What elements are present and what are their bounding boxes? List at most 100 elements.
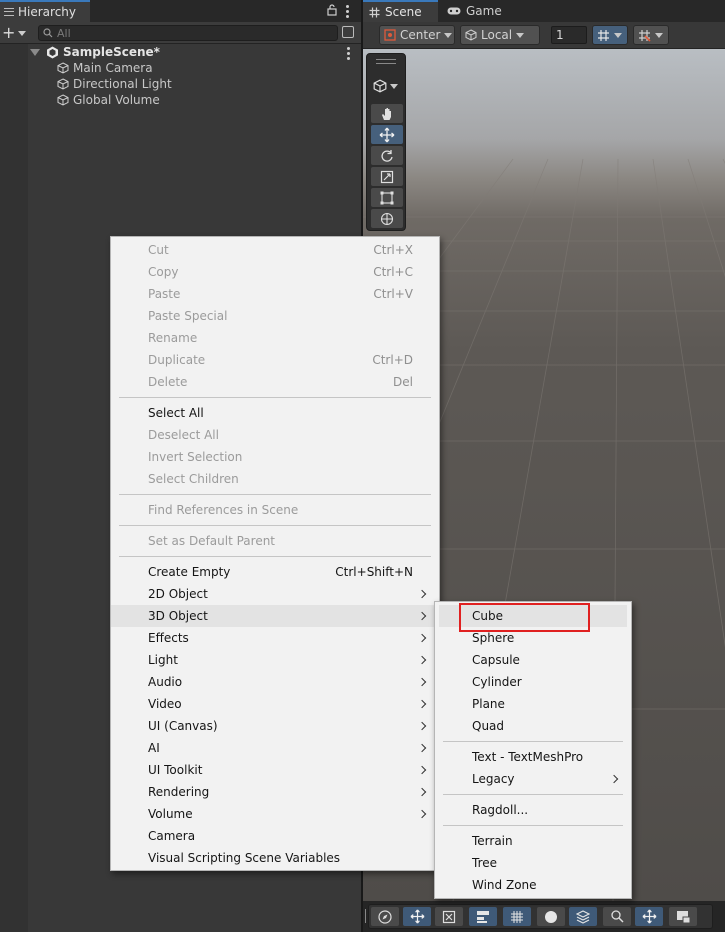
- menu-item-find-references[interactable]: Find References in Scene: [111, 499, 439, 521]
- menu-item-ui-canvas[interactable]: UI (Canvas): [111, 715, 439, 737]
- menu-item-select-all[interactable]: Select All: [111, 402, 439, 424]
- hand-tool-button[interactable]: [371, 104, 403, 123]
- submenu-item-cylinder[interactable]: Cylinder: [435, 671, 631, 693]
- menu-item-label: Create Empty: [148, 565, 231, 579]
- menu-item-paste[interactable]: Paste Ctrl+V: [111, 283, 439, 305]
- scene-search-button[interactable]: [603, 907, 631, 926]
- tab-hierarchy-label: Hierarchy: [18, 5, 77, 19]
- menu-item-rename[interactable]: Rename: [111, 327, 439, 349]
- submenu-item-textmeshpro[interactable]: Text - TextMeshPro: [435, 746, 631, 768]
- submenu-item-terrain[interactable]: Terrain: [435, 830, 631, 852]
- submenu-item-sphere[interactable]: Sphere: [435, 627, 631, 649]
- camera-view-button[interactable]: [669, 907, 697, 926]
- menu-item-label: Cut: [148, 243, 169, 257]
- shading-mode-button[interactable]: [537, 907, 565, 926]
- menu-item-shortcut: Ctrl+Shift+N: [335, 565, 413, 579]
- scene-overlay-bar: [363, 901, 725, 932]
- menu-item-copy[interactable]: Copy Ctrl+C: [111, 261, 439, 283]
- rect-tool-button[interactable]: [371, 188, 403, 207]
- hierarchy-item-directional-light[interactable]: Directional Light: [57, 76, 172, 92]
- hierarchy-item-main-camera[interactable]: Main Camera: [57, 60, 153, 76]
- submenu-item-quad[interactable]: Quad: [435, 715, 631, 737]
- pivot-mode-dropdown[interactable]: Center: [379, 25, 455, 45]
- hierarchy-context-menu: Cut Ctrl+X Copy Ctrl+C Paste Ctrl+V Past…: [110, 236, 440, 871]
- menu-item-label: Video: [148, 697, 182, 711]
- search-input[interactable]: All: [38, 25, 338, 41]
- menu-item-create-empty[interactable]: Create Empty Ctrl+Shift+N: [111, 561, 439, 583]
- draw-mode-button[interactable]: [569, 907, 597, 926]
- pivot-rotation-dropdown[interactable]: Local: [460, 25, 540, 45]
- submenu-item-plane[interactable]: Plane: [435, 693, 631, 715]
- menu-separator: [119, 525, 431, 526]
- menu-item-duplicate[interactable]: Duplicate Ctrl+D: [111, 349, 439, 371]
- menu-item-label: Sphere: [472, 631, 515, 645]
- menu-item-label: Deselect All: [148, 428, 219, 442]
- hierarchy-item-global-volume[interactable]: Global Volume: [57, 92, 160, 108]
- menu-item-rendering[interactable]: Rendering: [111, 781, 439, 803]
- expand-triangle-icon[interactable]: [30, 48, 40, 56]
- rotate-icon: [381, 149, 393, 162]
- rect-transform-icon: [380, 191, 394, 204]
- sphere-icon: [545, 910, 557, 923]
- move-tool-button[interactable]: [371, 125, 403, 144]
- menu-separator: [443, 794, 623, 795]
- lock-icon[interactable]: [327, 4, 337, 16]
- scene-more-icon[interactable]: [346, 47, 350, 60]
- menu-item-shortcut: Ctrl+C: [373, 265, 413, 279]
- move-toggle-button[interactable]: [403, 907, 431, 926]
- submenu-item-legacy[interactable]: Legacy: [435, 768, 631, 790]
- menu-item-ai[interactable]: AI: [111, 737, 439, 759]
- menu-item-video[interactable]: Video: [111, 693, 439, 715]
- menu-item-paste-special[interactable]: Paste Special: [111, 305, 439, 327]
- menu-item-label: Audio: [148, 675, 183, 689]
- gizmo-toggle-button[interactable]: [635, 907, 663, 926]
- menu-item-ui-toolkit[interactable]: UI Toolkit: [111, 759, 439, 781]
- grid-size-field[interactable]: 1: [551, 26, 587, 44]
- grid-hash-icon: [369, 7, 380, 17]
- menu-item-visual-scripting-variables[interactable]: Visual Scripting Scene Variables: [111, 847, 439, 869]
- submenu-item-wind-zone[interactable]: Wind Zone: [435, 874, 631, 896]
- menu-item-light[interactable]: Light: [111, 649, 439, 671]
- menu-item-set-default-parent[interactable]: Set as Default Parent: [111, 530, 439, 552]
- menu-item-effects[interactable]: Effects: [111, 627, 439, 649]
- menu-item-2d-object[interactable]: 2D Object: [111, 583, 439, 605]
- submenu-item-capsule[interactable]: Capsule: [435, 649, 631, 671]
- scene-row[interactable]: SampleScene*: [30, 44, 160, 60]
- menu-item-3d-object[interactable]: 3D Object: [111, 605, 439, 627]
- drag-handle-icon[interactable]: [376, 59, 396, 64]
- tab-scene[interactable]: Scene: [363, 0, 438, 22]
- layers-toggle-button[interactable]: [469, 907, 497, 926]
- chevron-right-icon: [417, 765, 427, 775]
- menu-item-shortcut: Ctrl+D: [372, 353, 413, 367]
- view-options-dropdown[interactable]: [373, 76, 403, 96]
- submenu-item-ragdoll[interactable]: Ragdoll...: [435, 799, 631, 821]
- tab-game[interactable]: Game: [441, 0, 511, 22]
- item-label: Main Camera: [73, 61, 153, 75]
- menu-item-label: AI: [148, 741, 160, 755]
- menu-item-audio[interactable]: Audio: [111, 671, 439, 693]
- menu-item-delete[interactable]: Delete Del: [111, 371, 439, 393]
- add-dropdown-button[interactable]: +: [2, 24, 32, 42]
- menu-item-select-children[interactable]: Select Children: [111, 468, 439, 490]
- menu-item-camera[interactable]: Camera: [111, 825, 439, 847]
- transform-tool-button[interactable]: [371, 209, 403, 228]
- scale-tool-button[interactable]: [371, 167, 403, 186]
- hierarchy-more-icon[interactable]: [345, 5, 349, 18]
- search-options-icon[interactable]: [342, 26, 354, 38]
- menu-item-cut[interactable]: Cut Ctrl+X: [111, 239, 439, 261]
- scale-toggle-button[interactable]: [435, 907, 463, 926]
- menu-item-deselect-all[interactable]: Deselect All: [111, 424, 439, 446]
- menu-item-label: Copy: [148, 265, 179, 279]
- increment-snap-toggle[interactable]: [633, 25, 669, 45]
- pivot-center-icon: [384, 29, 396, 41]
- grid-toggle-button[interactable]: [503, 907, 531, 926]
- rotate-tool-button[interactable]: [371, 146, 403, 165]
- menu-item-label: UI (Canvas): [148, 719, 218, 733]
- tab-hierarchy[interactable]: Hierarchy: [0, 0, 90, 22]
- grid-snap-toggle[interactable]: [592, 25, 628, 45]
- menu-item-invert-selection[interactable]: Invert Selection: [111, 446, 439, 468]
- orientation-tool-button[interactable]: [371, 907, 399, 926]
- submenu-item-tree[interactable]: Tree: [435, 852, 631, 874]
- layers-icon: [477, 910, 489, 923]
- menu-item-volume[interactable]: Volume: [111, 803, 439, 825]
